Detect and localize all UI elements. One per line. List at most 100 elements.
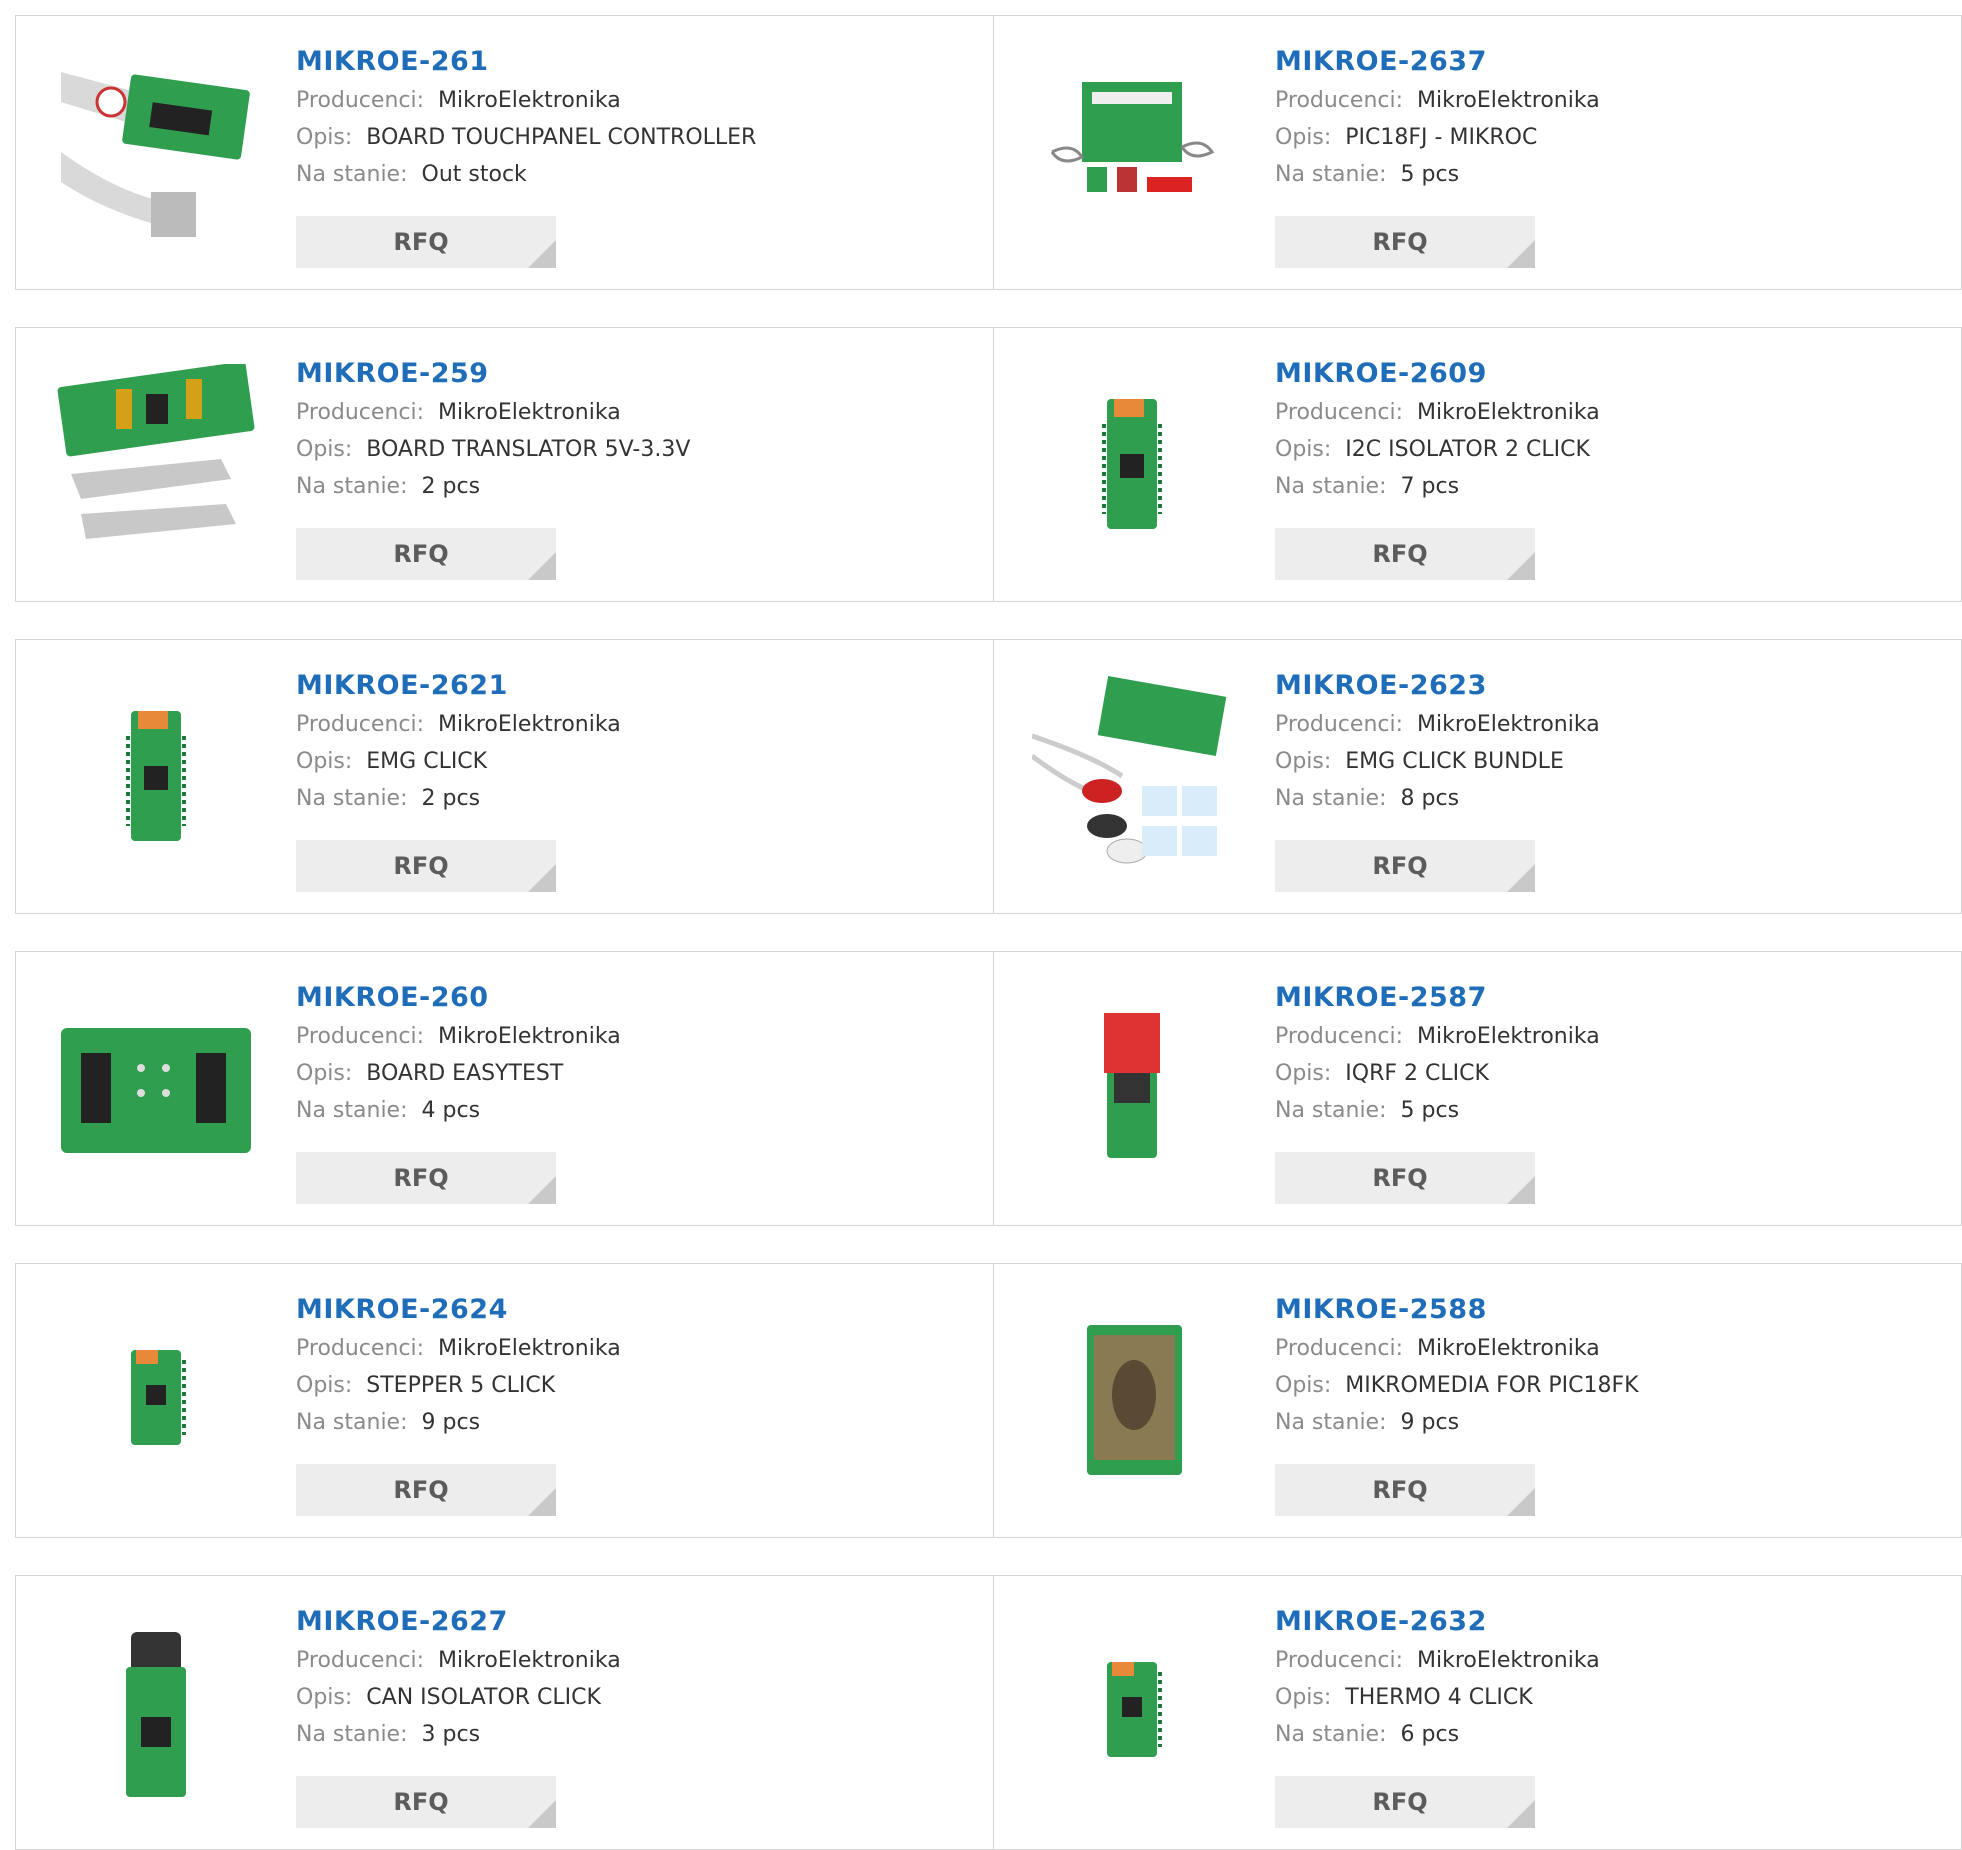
part-number-link[interactable]: MIKROE-261 [296, 42, 756, 82]
rfq-button[interactable]: RFQ [296, 528, 556, 580]
product-card: MIKROE-2627 Producenci: MikroElektronika Op… [16, 1576, 994, 1849]
product-image[interactable] [56, 988, 256, 1188]
description-label: Opis: [296, 1685, 353, 1710]
part-number-link[interactable]: MIKROE-2609 [1275, 354, 1600, 394]
stock-label: Na stanie: [296, 1410, 408, 1435]
product-info: MIKROE-2623 Producenci: MikroElektronika Op… [1275, 666, 1600, 817]
description-value: CAN ISOLATOR CLICK [366, 1685, 601, 1710]
stock-value: 6 pcs [1400, 1722, 1460, 1747]
stock-label: Na stanie: [296, 474, 408, 499]
rfq-button-label: RFQ [1372, 228, 1428, 256]
product-info: MIKROE-261 Producenci: MikroElektronika Opi… [296, 42, 756, 193]
manufacturer-value: MikroElektronika [1417, 712, 1600, 737]
product-image[interactable] [56, 1612, 256, 1812]
product-image[interactable] [56, 364, 256, 564]
part-number-link[interactable]: MIKROE-2588 [1275, 1290, 1639, 1330]
stock-label: Na stanie: [1275, 1410, 1387, 1435]
description-value: BOARD TOUCHPANEL CONTROLLER [366, 125, 757, 150]
rfq-button[interactable]: RFQ [1275, 1464, 1535, 1516]
rfq-button-label: RFQ [1372, 1164, 1428, 1192]
corner-triangle-icon [528, 1800, 556, 1828]
stock-value: 2 pcs [421, 474, 481, 499]
part-number-link[interactable]: MIKROE-2627 [296, 1602, 621, 1642]
manufacturer-line: Producenci: MikroElektronika [1275, 82, 1600, 119]
stock-line: Na stanie: 9 pcs [296, 1404, 621, 1441]
manufacturer-label: Producenci: [1275, 1336, 1404, 1361]
manufacturer-value: MikroElektronika [438, 712, 621, 737]
description-line: Opis: BOARD EASYTEST [296, 1055, 621, 1092]
part-number-link[interactable]: MIKROE-2624 [296, 1290, 621, 1330]
description-line: Opis: STEPPER 5 CLICK [296, 1367, 621, 1404]
product-info: MIKROE-2609 Producenci: MikroElektronika Op… [1275, 354, 1600, 505]
product-image[interactable] [1032, 988, 1232, 1188]
rfq-button[interactable]: RFQ [1275, 528, 1535, 580]
product-row: MIKROE-261 Producenci: MikroElektronika Opi… [15, 15, 1962, 290]
product-info: MIKROE-2587 Producenci: MikroElektronika Op… [1275, 978, 1600, 1129]
rfq-button[interactable]: RFQ [296, 1464, 556, 1516]
stock-value: 2 pcs [421, 786, 481, 811]
product-row: MIKROE-2624 Producenci: MikroElektronika Op… [15, 1263, 1962, 1538]
product-image[interactable] [56, 52, 256, 252]
description-value: STEPPER 5 CLICK [366, 1373, 556, 1398]
description-value: EMG CLICK [366, 749, 488, 774]
rfq-button[interactable]: RFQ [296, 840, 556, 892]
part-number-link[interactable]: MIKROE-2587 [1275, 978, 1600, 1018]
manufacturer-label: Producenci: [1275, 88, 1404, 113]
mikromedia-display-board-image [1087, 1325, 1182, 1475]
description-label: Opis: [1275, 1685, 1332, 1710]
stock-label: Na stanie: [296, 1098, 408, 1123]
product-info: MIKROE-2627 Producenci: MikroElektronika Op… [296, 1602, 621, 1753]
description-label: Opis: [296, 437, 353, 462]
rfq-button[interactable]: RFQ [1275, 840, 1535, 892]
development-board-kit-image [1050, 82, 1215, 192]
product-image[interactable] [1032, 52, 1232, 252]
stock-value: 5 pcs [1400, 162, 1460, 187]
part-number-link[interactable]: MIKROE-2632 [1275, 1602, 1600, 1642]
product-card: MIKROE-2588 Producenci: MikroElektronika Op… [994, 1264, 1962, 1537]
stock-value: Out stock [421, 162, 527, 187]
product-image[interactable] [1032, 364, 1232, 564]
rfq-button-label: RFQ [393, 1476, 449, 1504]
corner-triangle-icon [1507, 1488, 1535, 1516]
product-image[interactable] [56, 1300, 256, 1500]
rfq-button[interactable]: RFQ [1275, 1776, 1535, 1828]
rfq-button-label: RFQ [393, 1788, 449, 1816]
rfq-button[interactable]: RFQ [1275, 216, 1535, 268]
stock-value: 4 pcs [421, 1098, 481, 1123]
rfq-button[interactable]: RFQ [1275, 1152, 1535, 1204]
part-number-link[interactable]: MIKROE-259 [296, 354, 690, 394]
product-image[interactable] [56, 676, 256, 876]
part-number-link[interactable]: MIKROE-2623 [1275, 666, 1600, 706]
description-line: Opis: IQRF 2 CLICK [1275, 1055, 1600, 1092]
product-image[interactable] [1032, 676, 1232, 876]
manufacturer-label: Producenci: [296, 1024, 425, 1049]
stock-line: Na stanie: 3 pcs [296, 1716, 621, 1753]
part-number-link[interactable]: MIKROE-2621 [296, 666, 621, 706]
product-card: MIKROE-2623 Producenci: MikroElektronika Op… [994, 640, 1962, 913]
stock-line: Na stanie: 7 pcs [1275, 468, 1600, 505]
rfq-button-label: RFQ [393, 228, 449, 256]
rfq-button-label: RFQ [1372, 852, 1428, 880]
manufacturer-label: Producenci: [1275, 1024, 1404, 1049]
description-line: Opis: BOARD TOUCHPANEL CONTROLLER [296, 119, 756, 156]
product-card: MIKROE-2587 Producenci: MikroElektronika Op… [994, 952, 1962, 1225]
description-label: Opis: [1275, 125, 1332, 150]
product-info: MIKROE-2637 Producenci: MikroElektronika Op… [1275, 42, 1600, 193]
part-number-link[interactable]: MIKROE-2637 [1275, 42, 1600, 82]
stock-line: Na stanie: 2 pcs [296, 468, 690, 505]
stock-label: Na stanie: [1275, 1722, 1387, 1747]
stock-value: 5 pcs [1400, 1098, 1460, 1123]
click-board-image [1102, 399, 1162, 529]
product-image[interactable] [1032, 1300, 1232, 1500]
stock-line: Na stanie: 5 pcs [1275, 156, 1600, 193]
rfq-button[interactable]: RFQ [296, 216, 556, 268]
click-board-small-image [1107, 1662, 1162, 1757]
rfq-button[interactable]: RFQ [296, 1152, 556, 1204]
part-number-link[interactable]: MIKROE-260 [296, 978, 621, 1018]
rfq-button[interactable]: RFQ [296, 1776, 556, 1828]
description-line: Opis: PIC18FJ - MIKROC [1275, 119, 1600, 156]
manufacturer-value: MikroElektronika [438, 88, 621, 113]
product-image[interactable] [1032, 1612, 1232, 1812]
corner-triangle-icon [528, 552, 556, 580]
description-label: Opis: [296, 749, 353, 774]
